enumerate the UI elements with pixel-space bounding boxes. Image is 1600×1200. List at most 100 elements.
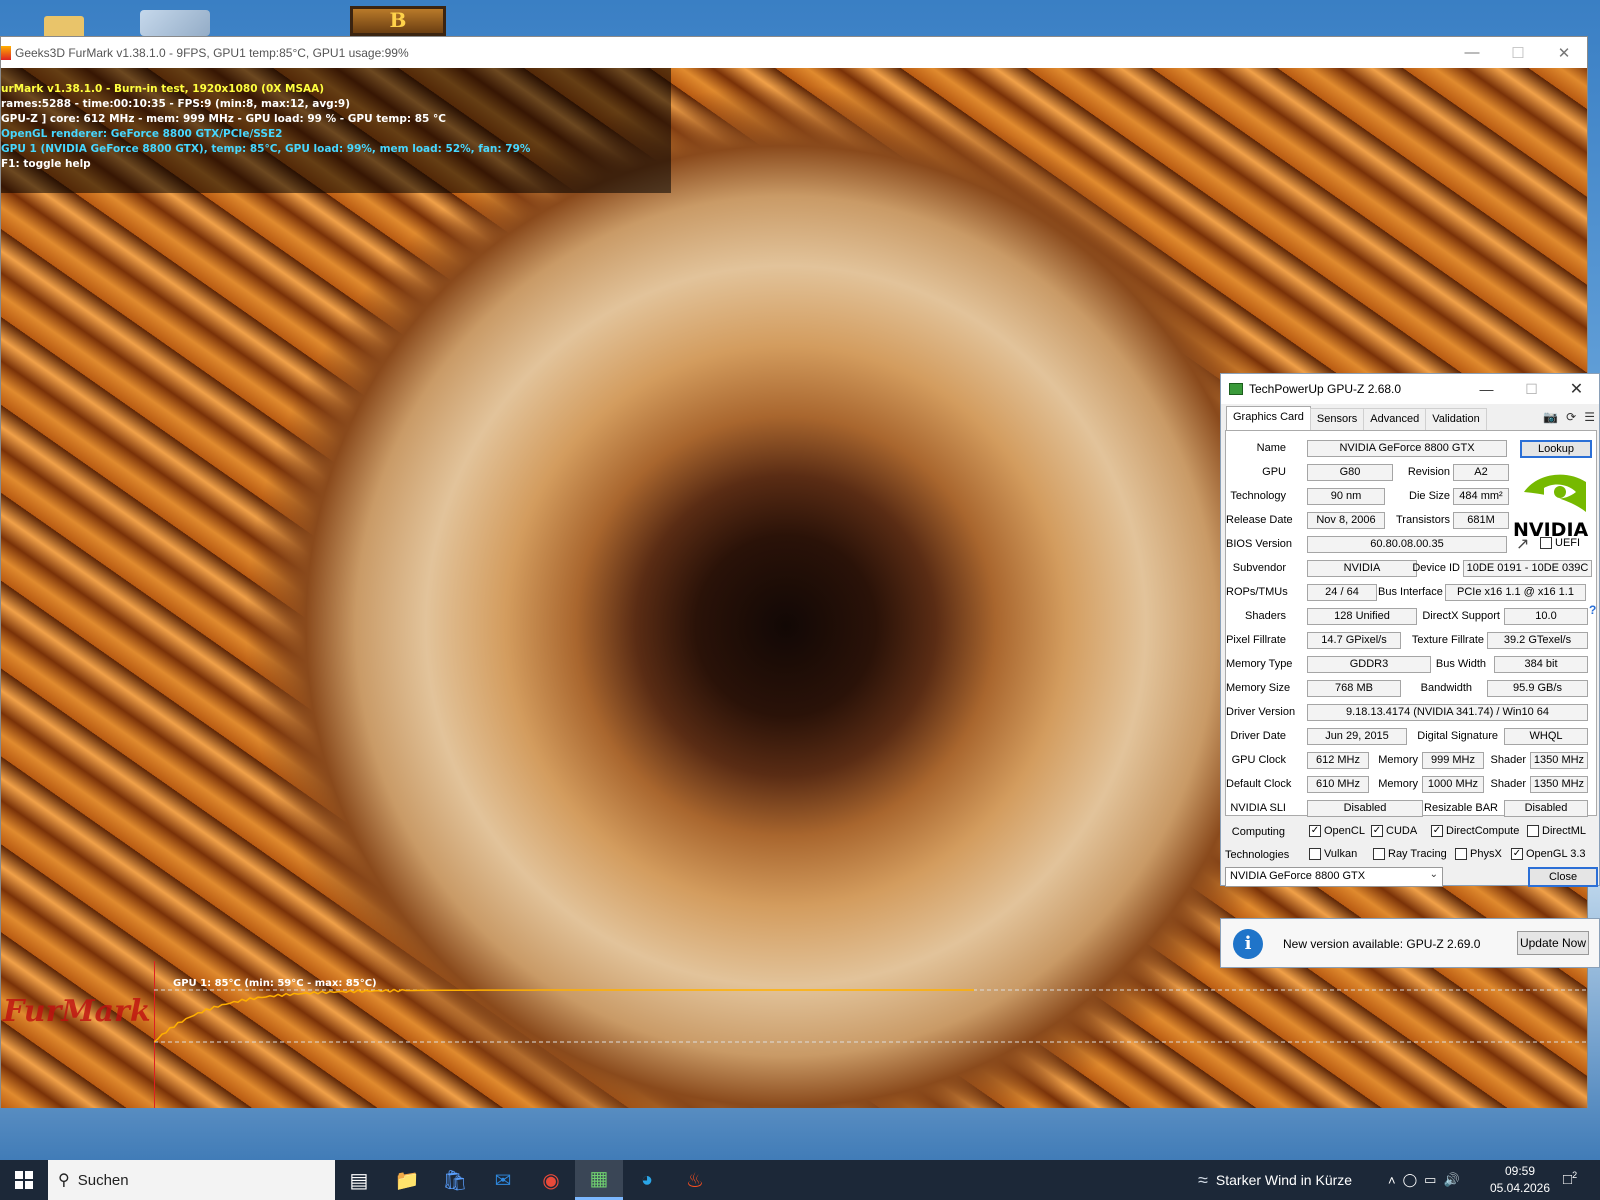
die-size-value: 484 mm² bbox=[1453, 488, 1509, 505]
gpuz-taskbar-icon[interactable]: ▦ bbox=[575, 1160, 623, 1200]
maximize-button[interactable]: ☐ bbox=[1509, 374, 1554, 404]
rops-value: 24 / 64 bbox=[1307, 584, 1377, 601]
gpuz-titlebar[interactable]: TechPowerUp GPU-Z 2.68.0 — ☐ ✕ bbox=[1221, 374, 1599, 404]
network-icon[interactable]: ▭ bbox=[1424, 1172, 1436, 1188]
physx-label: PhysX bbox=[1470, 848, 1502, 860]
vulkan-check-box[interactable] bbox=[1309, 848, 1321, 860]
chrome-icon[interactable]: ◉ bbox=[527, 1160, 575, 1200]
tab-sensors[interactable]: Sensors bbox=[1309, 408, 1365, 430]
directml-checkbox[interactable]: DirectML bbox=[1527, 825, 1586, 837]
cuda-checkbox[interactable]: ✓ CUDA bbox=[1371, 825, 1417, 837]
temperature-line bbox=[154, 988, 974, 1043]
desktop-game-icon[interactable]: B bbox=[350, 6, 446, 36]
taskbar: ⚲ Suchen ▤ 📁 🛍 ✉ ◉ ▦ ◕ ♨ ≈ Starker Wind … bbox=[0, 1160, 1600, 1200]
gpuz-close-button[interactable]: Close bbox=[1528, 867, 1598, 887]
hud-line-renderer: OpenGL renderer: GeForce 8800 GTX/PCIe/S… bbox=[1, 128, 283, 140]
opencl-check-icon[interactable]: ✓ bbox=[1309, 825, 1321, 837]
chevron-up-icon[interactable]: ˄ bbox=[1388, 1173, 1396, 1188]
digital-signature-value: WHQL bbox=[1504, 728, 1588, 745]
clock-time: 09:59 bbox=[1504, 1164, 1536, 1178]
uefi-checkbox[interactable]: UEFI bbox=[1540, 537, 1580, 549]
furmark-taskbar-icon[interactable]: ♨ bbox=[671, 1160, 719, 1200]
uefi-checkbox-box[interactable] bbox=[1540, 537, 1552, 549]
directcompute-label: DirectCompute bbox=[1446, 825, 1520, 837]
minimize-button[interactable]: — bbox=[1449, 37, 1495, 68]
minimize-button[interactable]: — bbox=[1464, 374, 1509, 404]
raytracing-label: Ray Tracing bbox=[1388, 848, 1447, 860]
pixel-fillrate-value: 14.7 GPixel/s bbox=[1307, 632, 1401, 649]
resizable-bar-value: Disabled bbox=[1504, 800, 1588, 817]
technology-label: Technology bbox=[1230, 490, 1286, 502]
opengl-checkbox[interactable]: ✓ OpenGL 3.3 bbox=[1511, 848, 1586, 860]
raytracing-check-box[interactable] bbox=[1373, 848, 1385, 860]
lookup-button[interactable]: Lookup bbox=[1520, 440, 1592, 458]
menu-icon[interactable]: ☰ bbox=[1584, 410, 1595, 424]
taskbar-clock[interactable]: 09:59 05.04.2026 bbox=[1480, 1163, 1560, 1197]
cuda-check-icon[interactable]: ✓ bbox=[1371, 825, 1383, 837]
hud-line-title: urMark v1.38.1.0 - Burn-in test, 1920x10… bbox=[1, 83, 325, 95]
start-button[interactable] bbox=[0, 1160, 48, 1200]
directcompute-checkbox[interactable]: ✓ DirectCompute bbox=[1431, 825, 1519, 837]
update-now-button[interactable]: Update Now bbox=[1517, 931, 1589, 955]
directcompute-check-icon[interactable]: ✓ bbox=[1431, 825, 1443, 837]
vulkan-checkbox[interactable]: Vulkan bbox=[1309, 848, 1357, 860]
directml-check-box[interactable] bbox=[1527, 825, 1539, 837]
share-icon[interactable]: ↗ bbox=[1516, 534, 1529, 554]
gpu-clock-value: 612 MHz bbox=[1307, 752, 1369, 769]
maximize-button[interactable]: ☐ bbox=[1495, 37, 1541, 68]
opencl-checkbox[interactable]: ✓ OpenCL bbox=[1309, 825, 1365, 837]
task-view-icon[interactable]: ▤ bbox=[335, 1160, 383, 1200]
release-date-label: Release Date bbox=[1226, 514, 1293, 526]
edge-icon[interactable]: ◕ bbox=[623, 1160, 671, 1200]
bus-help-icon[interactable]: ? bbox=[1589, 603, 1596, 617]
close-button[interactable]: ✕ bbox=[1554, 374, 1599, 404]
memory-type-label: Memory Type bbox=[1226, 658, 1293, 670]
mail-icon[interactable]: ✉ bbox=[479, 1160, 527, 1200]
weather-widget[interactable]: ≈ Starker Wind in Kürze bbox=[1198, 1160, 1352, 1200]
release-date-value: Nov 8, 2006 bbox=[1307, 512, 1385, 529]
sli-value: Disabled bbox=[1307, 800, 1423, 817]
driver-date-value: Jun 29, 2015 bbox=[1307, 728, 1407, 745]
opengl-check-icon[interactable]: ✓ bbox=[1511, 848, 1523, 860]
close-button[interactable]: ✕ bbox=[1541, 37, 1587, 68]
meet-now-icon[interactable]: ◯ bbox=[1403, 1172, 1418, 1188]
hud-line-frames: rames:5288 - time:00:10:35 - FPS:9 (min:… bbox=[1, 98, 351, 110]
bus-interface-value: PCIe x16 1.1 @ x16 1.1 bbox=[1445, 584, 1586, 601]
tab-advanced[interactable]: Advanced bbox=[1363, 408, 1427, 430]
device-id-label: Device ID bbox=[1412, 562, 1460, 574]
camera-icon[interactable]: 📷 bbox=[1543, 410, 1558, 424]
device-id-value: 10DE 0191 - 10DE 039C bbox=[1463, 560, 1592, 577]
windows-icon bbox=[15, 1171, 33, 1189]
gpu-select-dropdown[interactable]: NVIDIA GeForce 8800 GTX ⌄ bbox=[1225, 867, 1443, 887]
physx-check-box[interactable] bbox=[1455, 848, 1467, 860]
store-icon[interactable]: 🛍 bbox=[431, 1160, 479, 1200]
pixel-fillrate-label: Pixel Fillrate bbox=[1226, 634, 1286, 646]
tab-validation[interactable]: Validation bbox=[1425, 408, 1487, 430]
search-icon: ⚲ bbox=[58, 1172, 70, 1189]
furmark-titlebar[interactable]: Geeks3D FurMark v1.38.1.0 - 9FPS, GPU1 t… bbox=[1, 37, 1587, 68]
tab-graphics-card[interactable]: Graphics Card bbox=[1226, 406, 1311, 430]
clock-date: 05.04.2026 bbox=[1489, 1181, 1551, 1195]
directml-label: DirectML bbox=[1542, 825, 1587, 837]
furmark-hud-overlay: urMark v1.38.1.0 - Burn-in test, 1920x10… bbox=[1, 68, 671, 193]
bios-value: 60.80.08.00.35 bbox=[1307, 536, 1507, 553]
rops-label: ROPs/TMUs bbox=[1226, 586, 1288, 598]
gpuz-toolbar: 📷 ⟳ ☰ bbox=[1543, 410, 1595, 424]
shader-clock-value: 1350 MHz bbox=[1530, 752, 1588, 769]
memory-type-value: GDDR3 bbox=[1307, 656, 1431, 673]
physx-checkbox[interactable]: PhysX bbox=[1455, 848, 1502, 860]
revision-value: A2 bbox=[1453, 464, 1509, 481]
gpu-value: G80 bbox=[1307, 464, 1393, 481]
notification-center-icon[interactable]: □2 bbox=[1563, 1170, 1577, 1188]
wind-icon: ≈ bbox=[1198, 1169, 1208, 1190]
gpuz-window: TechPowerUp GPU-Z 2.68.0 — ☐ ✕ Graphics … bbox=[1220, 373, 1600, 887]
speaker-icon[interactable]: 🔊 bbox=[1443, 1172, 1459, 1188]
desktop-folder-icon[interactable] bbox=[44, 16, 84, 36]
refresh-icon[interactable]: ⟳ bbox=[1566, 410, 1576, 424]
desktop-shortcut-icon[interactable] bbox=[140, 10, 210, 36]
taskbar-search[interactable]: ⚲ Suchen bbox=[48, 1160, 335, 1200]
file-explorer-icon[interactable]: 📁 bbox=[383, 1160, 431, 1200]
driver-version-value: 9.18.13.4174 (NVIDIA 341.74) / Win10 64 bbox=[1307, 704, 1588, 721]
revision-label: Revision bbox=[1407, 466, 1450, 478]
raytracing-checkbox[interactable]: Ray Tracing bbox=[1373, 848, 1447, 860]
